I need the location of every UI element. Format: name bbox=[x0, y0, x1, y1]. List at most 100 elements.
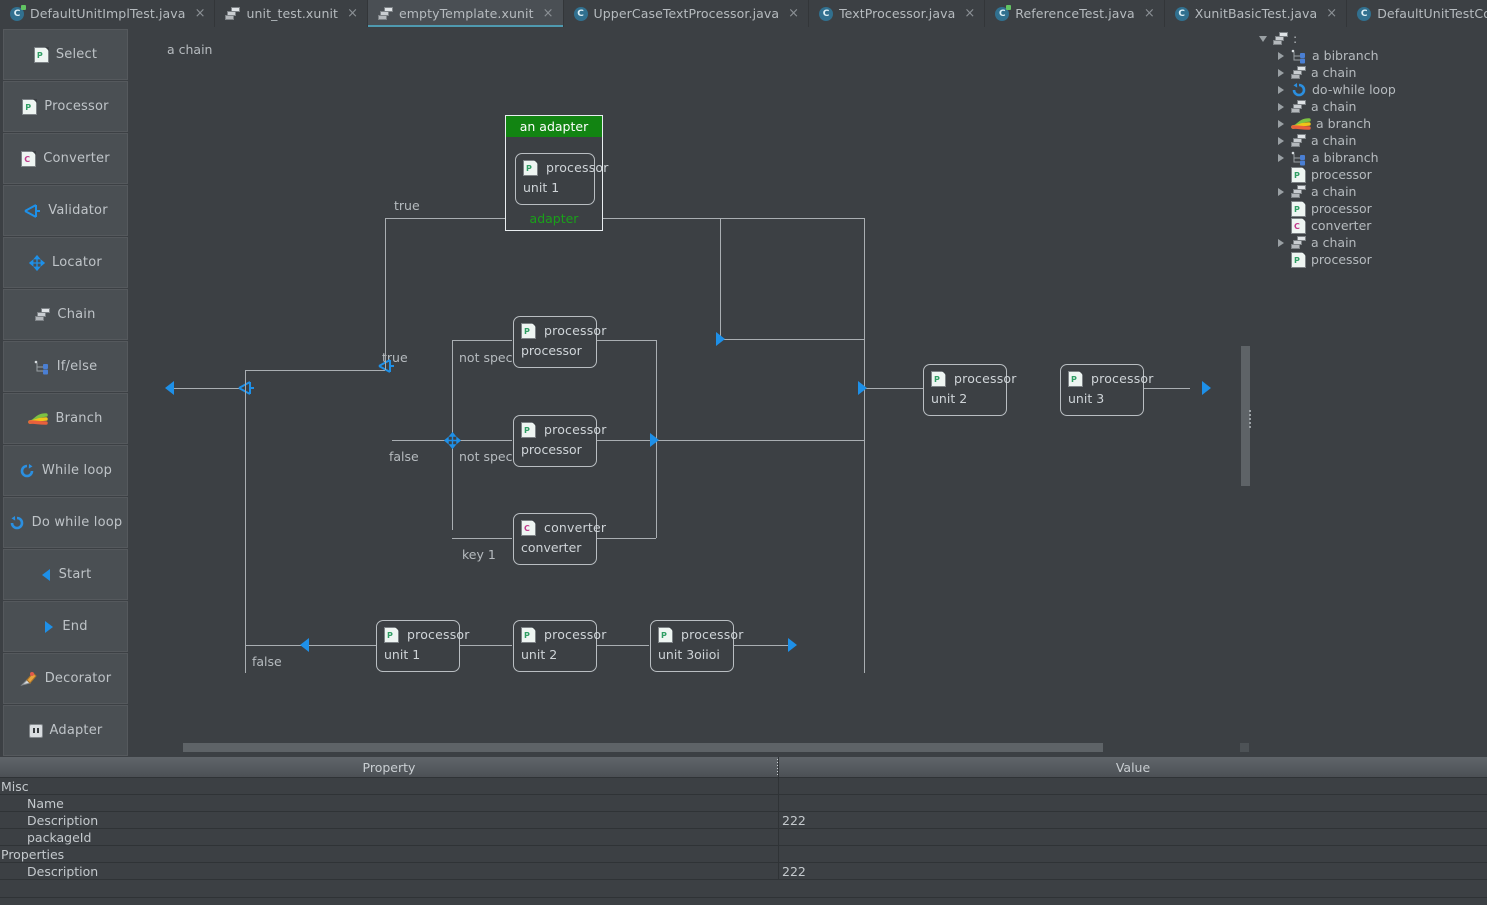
ifelse-icon bbox=[34, 359, 50, 375]
tree-node[interactable]: a chain bbox=[1253, 64, 1487, 81]
editor-tab[interactable]: C TextProcessor.java × bbox=[809, 0, 986, 27]
processor-doc-icon bbox=[658, 627, 673, 644]
palette-item-branch[interactable]: Branch bbox=[3, 393, 128, 444]
property-value-cell[interactable] bbox=[779, 829, 1487, 845]
property-value-cell[interactable] bbox=[779, 795, 1487, 811]
node-title: processor bbox=[544, 422, 607, 437]
property-row[interactable]: Description 222 bbox=[0, 863, 1487, 880]
canvas-horizontal-scrollbar-thumb[interactable] bbox=[183, 743, 1103, 752]
node-processor-unit3oiioi[interactable]: processor unit 3oiioi bbox=[650, 620, 743, 672]
editor-tab[interactable]: C XunitBasicTest.java × bbox=[1164, 0, 1348, 27]
editor-tab[interactable]: CDefaultUnitTestContext.java× bbox=[1347, 0, 1487, 27]
tree-node[interactable]: processor bbox=[1253, 200, 1487, 217]
close-icon[interactable]: × bbox=[1144, 7, 1155, 20]
property-row[interactable]: Description 222 bbox=[0, 812, 1487, 829]
palette-item-if-else[interactable]: If/else bbox=[3, 341, 128, 392]
node-processor-unit3-right[interactable]: processor unit 3 bbox=[1060, 364, 1153, 416]
tree-root-node[interactable]: : bbox=[1253, 30, 1487, 47]
tree-node[interactable]: a chain bbox=[1253, 98, 1487, 115]
chevron-down-icon[interactable] bbox=[1257, 35, 1268, 42]
node-processor-mid-1[interactable]: processor processor bbox=[513, 316, 606, 368]
tree-node[interactable]: processor bbox=[1253, 251, 1487, 268]
chevron-right-icon[interactable] bbox=[1275, 136, 1286, 145]
processor-doc-icon bbox=[521, 422, 536, 439]
property-value-cell[interactable] bbox=[779, 778, 1487, 794]
processor-doc-icon bbox=[1291, 200, 1306, 217]
palette-item-while-loop[interactable]: While loop bbox=[3, 445, 128, 496]
palette-item-processor[interactable]: Processor bbox=[3, 81, 128, 132]
tree-node-label: processor bbox=[1311, 167, 1372, 182]
chevron-right-icon[interactable] bbox=[1275, 119, 1286, 128]
node-processor-unit2-right[interactable]: processor unit 2 bbox=[923, 364, 1016, 416]
validator-node-outer[interactable] bbox=[237, 380, 255, 396]
tree-node[interactable]: processor bbox=[1253, 166, 1487, 183]
node-converter[interactable]: converter converter bbox=[513, 513, 606, 565]
edge-right-riser bbox=[720, 218, 721, 340]
palette-item-do-while-loop[interactable]: Do while loop bbox=[3, 497, 128, 548]
close-icon[interactable]: × bbox=[964, 7, 975, 20]
node-processor-unit2-bottom[interactable]: processor unit 2 bbox=[513, 620, 606, 672]
close-icon[interactable]: × bbox=[788, 7, 799, 20]
tree-node[interactable]: a bibranch bbox=[1253, 149, 1487, 166]
validator-node-inner[interactable] bbox=[377, 358, 395, 374]
edge-label-false-mid: false bbox=[389, 449, 419, 464]
close-icon[interactable]: × bbox=[195, 7, 206, 20]
property-row[interactable]: Name bbox=[0, 795, 1487, 812]
chevron-right-icon[interactable] bbox=[1275, 187, 1286, 196]
converter-doc-icon bbox=[521, 520, 536, 537]
palette-item-start[interactable]: Start bbox=[3, 549, 128, 600]
tree-node[interactable]: a bibranch bbox=[1253, 47, 1487, 64]
column-header-property[interactable]: Property bbox=[0, 757, 779, 777]
property-row[interactable]: Misc bbox=[0, 778, 1487, 795]
column-header-value[interactable]: Value bbox=[779, 757, 1487, 777]
property-value-cell[interactable]: 222 bbox=[779, 863, 1487, 879]
palette-item-end[interactable]: End bbox=[3, 601, 128, 652]
edge-label-false-bottom: false bbox=[252, 654, 282, 669]
close-icon[interactable]: × bbox=[347, 7, 358, 20]
tree-node[interactable]: do-while loop bbox=[1253, 81, 1487, 98]
tree-node[interactable]: a chain bbox=[1253, 132, 1487, 149]
chevron-right-icon[interactable] bbox=[1275, 238, 1286, 247]
node-processor-mid-2[interactable]: processor processor bbox=[513, 415, 606, 467]
chevron-right-icon[interactable] bbox=[1275, 102, 1286, 111]
palette-item-decorator[interactable]: Decorator bbox=[3, 653, 128, 704]
close-icon[interactable]: × bbox=[543, 7, 554, 20]
editor-tab[interactable]: C UpperCaseTextProcessor.java × bbox=[563, 0, 810, 27]
adapter-inner-processor-node[interactable]: processor unit 1 bbox=[515, 153, 608, 205]
palette-item-locator[interactable]: Locator bbox=[3, 237, 128, 288]
tree-node[interactable]: a chain bbox=[1253, 183, 1487, 200]
property-row[interactable]: Properties bbox=[0, 846, 1487, 863]
palette-item-select[interactable]: Select bbox=[3, 29, 128, 80]
chevron-right-icon[interactable] bbox=[1275, 51, 1286, 60]
property-row[interactable]: packageId bbox=[0, 829, 1487, 846]
palette-item-converter[interactable]: Converter bbox=[3, 133, 128, 184]
editor-tab[interactable]: C DefaultUnitImplTest.java × bbox=[0, 0, 216, 27]
edge-mid-proc2-in bbox=[452, 440, 512, 441]
edge-label-true-top: true bbox=[394, 198, 420, 213]
node-processor-unit1[interactable]: processor unit 1 bbox=[376, 620, 469, 672]
chevron-right-icon[interactable] bbox=[1275, 68, 1286, 77]
edge-label-key1: key 1 bbox=[462, 547, 496, 562]
close-icon[interactable]: × bbox=[1326, 7, 1337, 20]
locator-node[interactable] bbox=[443, 431, 462, 450]
canvas-horizontal-scrollbar-end[interactable] bbox=[1240, 743, 1249, 752]
editor-tab[interactable]: unit_test.xunit × bbox=[215, 0, 368, 27]
palette-item-label: End bbox=[62, 619, 88, 634]
adapter-container[interactable]: an adapter processor unit 1 adapter bbox=[505, 115, 608, 231]
palette-item-adapter[interactable]: Adapter bbox=[3, 705, 128, 756]
chevron-right-icon[interactable] bbox=[1275, 153, 1286, 162]
palette-item-validator[interactable]: Validator bbox=[3, 185, 128, 236]
palette-item-chain[interactable]: Chain bbox=[3, 289, 128, 340]
tree-node[interactable]: a chain bbox=[1253, 234, 1487, 251]
diagram-canvas[interactable]: a chain true true false not specified no… bbox=[132, 28, 1253, 733]
tree-node[interactable]: a branch bbox=[1253, 115, 1487, 132]
property-value-cell[interactable]: 222 bbox=[779, 812, 1487, 828]
chevron-right-icon[interactable] bbox=[1275, 85, 1286, 94]
editor-tab[interactable]: C ReferenceTest.java × bbox=[985, 0, 1165, 27]
palette-item-label: Processor bbox=[44, 99, 109, 114]
tree-node[interactable]: converter bbox=[1253, 217, 1487, 234]
editor-tab[interactable]: emptyTemplate.xunit × bbox=[367, 0, 564, 27]
decorator-icon bbox=[20, 671, 38, 687]
property-value-cell[interactable] bbox=[779, 846, 1487, 862]
palette-item-label: Start bbox=[58, 567, 92, 582]
